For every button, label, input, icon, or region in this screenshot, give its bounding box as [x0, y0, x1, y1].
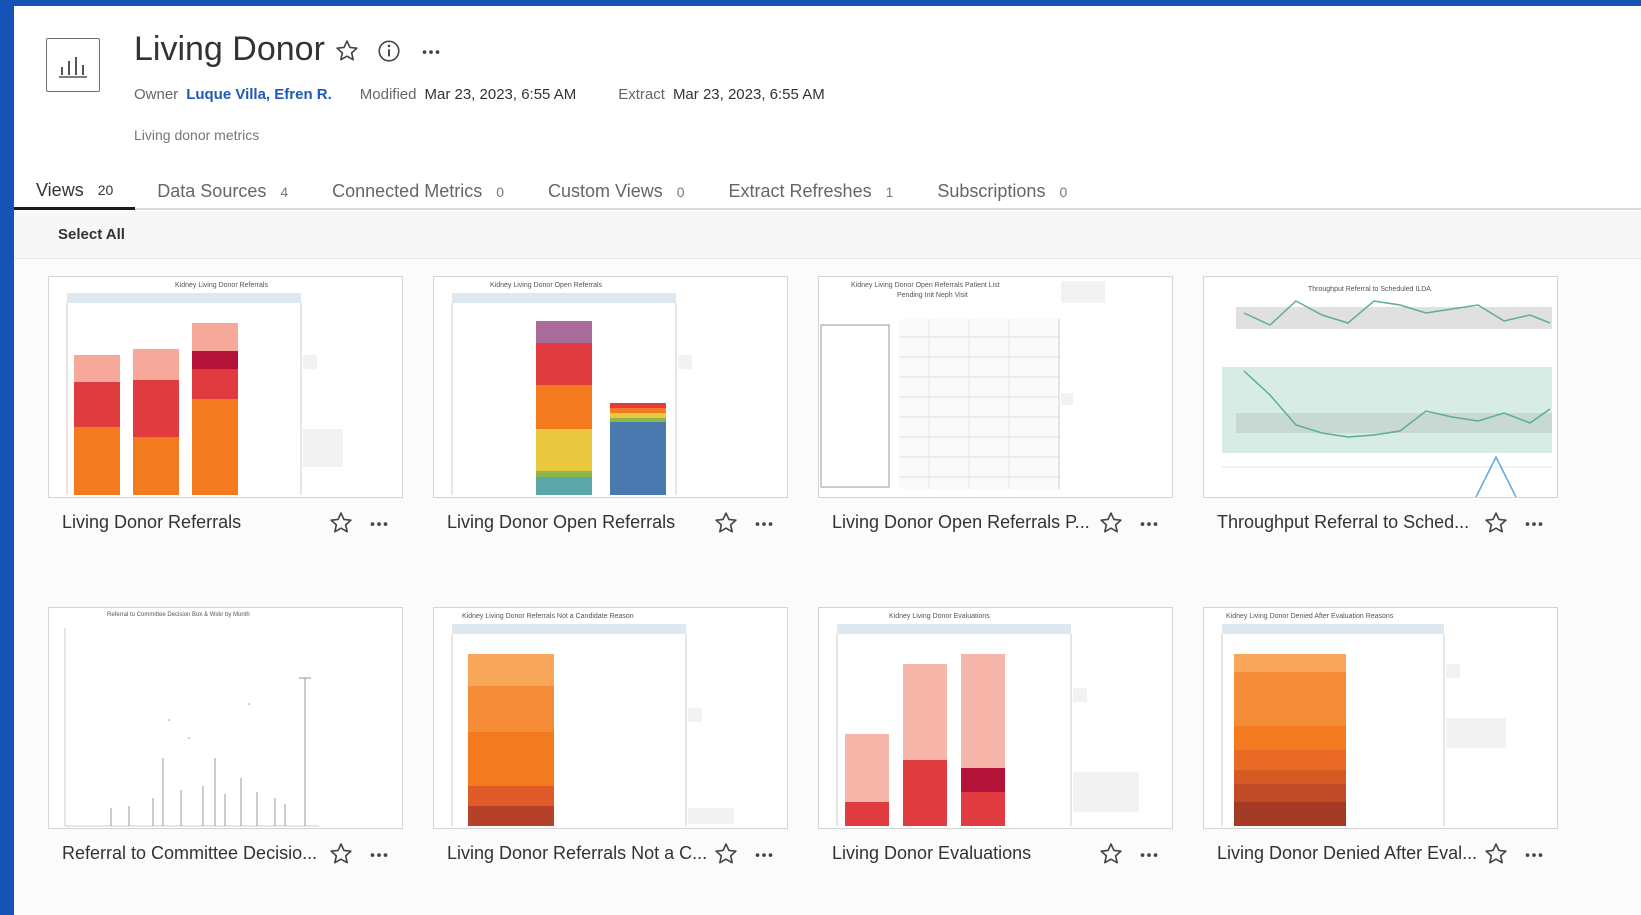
favorite-star-icon[interactable] — [1483, 841, 1509, 867]
more-options-icon[interactable] — [1521, 841, 1547, 867]
more-options-icon[interactable] — [751, 841, 777, 867]
views-toolbar: Select All — [14, 211, 1641, 259]
workbook-meta: Owner Luque Villa, Efren R. Modified Mar… — [134, 86, 825, 103]
tab-label: Custom Views — [548, 181, 663, 201]
view-card: Kidney Living Donor Evaluations Living D… — [818, 607, 1173, 907]
more-options-icon[interactable] — [366, 510, 392, 536]
select-all-button[interactable]: Select All — [58, 226, 125, 243]
view-name[interactable]: Living Donor Open Referrals P... — [832, 512, 1092, 533]
tab-label: Data Sources — [157, 181, 267, 201]
favorite-star-icon[interactable] — [713, 841, 739, 867]
view-card: Kidney Living Donor Referrals Living Don… — [48, 276, 403, 576]
tab-label: Extract Refreshes — [728, 181, 872, 201]
more-options-icon[interactable] — [1136, 841, 1162, 867]
workbook-icon — [46, 38, 100, 92]
tab-label: Subscriptions — [937, 181, 1046, 201]
view-name[interactable]: Living Donor Referrals Not a C... — [447, 843, 707, 864]
owner-link[interactable]: Luque Villa, Efren R. — [186, 86, 332, 103]
tab-bar: Views 20 Data Sources 4 Connected Metric… — [14, 173, 1641, 210]
thumbnail-title: Kidney Living Donor Denied After Evaluat… — [1226, 613, 1394, 620]
view-thumbnail[interactable]: Kidney Living Donor Open Referrals Patie… — [818, 276, 1173, 498]
more-options-icon[interactable] — [1136, 510, 1162, 536]
thumbnail-title: Throughput Referral to Scheduled ILDA — [1308, 286, 1431, 293]
view-thumbnail[interactable]: Referral to Committee Decision Box & Wsk… — [48, 607, 403, 829]
thumbnail-title: Kidney Living Donor Open Referrals Patie… — [851, 282, 1000, 289]
info-icon[interactable] — [376, 38, 402, 64]
tab-subscriptions[interactable]: Subscriptions 0 — [915, 173, 1089, 210]
view-name[interactable]: Living Donor Open Referrals — [447, 512, 707, 533]
tab-count: 4 — [280, 183, 289, 200]
tab-count: 20 — [97, 182, 114, 198]
favorite-star-icon[interactable] — [328, 841, 354, 867]
thumbnail-title: Kidney Living Donor Open Referrals — [490, 282, 603, 289]
favorite-star-icon[interactable] — [328, 510, 354, 536]
view-thumbnail[interactable]: Kidney Living Donor Denied After Evaluat… — [1203, 607, 1558, 829]
views-grid: Kidney Living Donor Referrals Living Don… — [14, 260, 1641, 915]
view-thumbnail[interactable]: Throughput Referral to Scheduled ILDA — [1203, 276, 1558, 498]
view-thumbnail[interactable]: Kidney Living Donor Evaluations — [818, 607, 1173, 829]
tab-label: Views — [36, 179, 84, 200]
tab-count: 0 — [1059, 183, 1068, 200]
more-options-icon[interactable] — [366, 841, 392, 867]
view-thumbnail[interactable]: Kidney Living Donor Referrals Not a Cand… — [433, 607, 788, 829]
more-options-icon[interactable] — [751, 510, 777, 536]
view-thumbnail[interactable]: Kidney Living Donor Referrals — [48, 276, 403, 498]
tab-count: 1 — [885, 183, 894, 200]
view-card: Kidney Living Donor Denied After Evaluat… — [1203, 607, 1558, 907]
tab-count: 0 — [496, 183, 505, 200]
favorite-star-icon[interactable] — [334, 38, 360, 64]
view-card: Kidney Living Donor Open Referrals Patie… — [818, 276, 1173, 576]
tab-connected-metrics[interactable]: Connected Metrics 0 — [310, 173, 526, 210]
extract-label: Extract — [618, 86, 665, 103]
favorite-star-icon[interactable] — [1483, 510, 1509, 536]
page-title: Living Donor — [134, 30, 325, 68]
workbook-page: Living Donor Owner Luque Villa, Efren R.… — [14, 6, 1641, 915]
view-card: Kidney Living Donor Open Referrals Livin… — [433, 276, 788, 576]
extract-value: Mar 23, 2023, 6:55 AM — [672, 86, 825, 103]
favorite-star-icon[interactable] — [1098, 841, 1124, 867]
tab-views[interactable]: Views 20 — [14, 173, 136, 210]
tab-count: 0 — [676, 183, 685, 200]
thumbnail-title: Kidney Living Donor Referrals Not a Cand… — [462, 613, 634, 620]
owner-label: Owner — [134, 86, 179, 103]
thumbnail-subtitle: Pending Init Neph Visit — [897, 292, 968, 299]
thumbnail-title: Kidney Living Donor Referrals — [175, 282, 268, 289]
view-name[interactable]: Living Donor Denied After Eval... — [1217, 843, 1477, 864]
view-card: Kidney Living Donor Referrals Not a Cand… — [433, 607, 788, 907]
view-name[interactable]: Throughput Referral to Sched... — [1217, 512, 1477, 533]
favorite-star-icon[interactable] — [1098, 510, 1124, 536]
view-name[interactable]: Living Donor Referrals — [62, 512, 322, 533]
view-card: Throughput Referral to Scheduled ILDA Th… — [1203, 276, 1558, 576]
thumbnail-title: Kidney Living Donor Evaluations — [889, 613, 990, 620]
workbook-description: Living donor metrics — [134, 127, 260, 143]
modified-label: Modified — [359, 86, 417, 103]
tab-data-sources[interactable]: Data Sources 4 — [135, 173, 310, 210]
tab-custom-views[interactable]: Custom Views 0 — [526, 173, 707, 210]
more-options-icon[interactable] — [1521, 510, 1547, 536]
thumbnail-title: Referral to Committee Decision Box & Wsk… — [107, 612, 250, 618]
modified-value: Mar 23, 2023, 6:55 AM — [424, 86, 577, 103]
view-card: Referral to Committee Decision Box & Wsk… — [48, 607, 403, 907]
more-options-icon[interactable] — [418, 38, 444, 64]
tab-label: Connected Metrics — [332, 181, 483, 201]
favorite-star-icon[interactable] — [713, 510, 739, 536]
view-thumbnail[interactable]: Kidney Living Donor Open Referrals — [433, 276, 788, 498]
tab-extract-refreshes[interactable]: Extract Refreshes 1 — [707, 173, 916, 210]
view-name[interactable]: Living Donor Evaluations — [832, 843, 1092, 864]
view-name[interactable]: Referral to Committee Decisio... — [62, 843, 322, 864]
